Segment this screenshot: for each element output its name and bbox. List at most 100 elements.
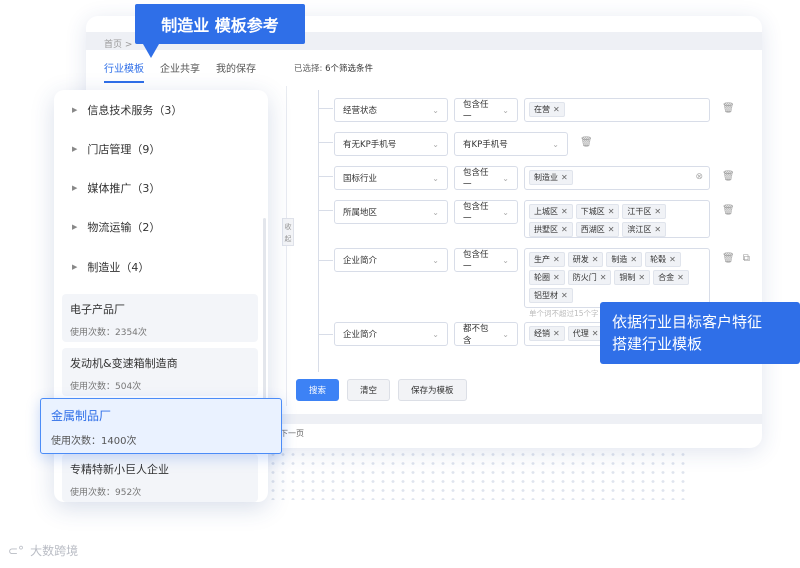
close-icon[interactable]: ✕ — [553, 329, 560, 338]
value-tag[interactable]: 江干区 ✕ — [622, 204, 667, 219]
value-tag[interactable]: 代理 ✕ — [567, 326, 604, 341]
tab-my-saved[interactable]: 我的保存 — [216, 60, 256, 83]
operator-select[interactable]: 包含任一 ⌄ — [454, 98, 518, 122]
field-select[interactable]: 所属地区 ⌄ — [334, 200, 448, 224]
template-name: 发动机&变速箱制造商 — [70, 357, 178, 370]
chevron-down-icon: ⌄ — [502, 255, 509, 265]
trash-icon[interactable]: 🗑 — [722, 103, 735, 114]
value-tag[interactable]: 下城区 ✕ — [575, 204, 620, 219]
filter-row: 国标行业 ⌄ 包含任一 ⌄ 制造业 ✕ ⊗ 🗑 — [334, 166, 735, 190]
close-icon[interactable]: ✕ — [561, 173, 568, 182]
category-item[interactable]: ▶ 门店管理（9） — [72, 141, 160, 157]
close-icon[interactable]: ✕ — [553, 105, 560, 114]
operator-select[interactable]: 包含任一 ⌄ — [454, 166, 518, 190]
close-icon[interactable]: ✕ — [669, 255, 676, 264]
close-icon[interactable]: ✕ — [654, 225, 661, 234]
operator-select[interactable]: 包含任一 ⌄ — [454, 200, 518, 224]
value-tag[interactable]: 滨江区 ✕ — [622, 222, 667, 237]
field-select[interactable]: 有无KP手机号 ⌄ — [334, 132, 448, 156]
close-icon[interactable]: ✕ — [553, 273, 560, 282]
close-icon[interactable]: ✕ — [561, 291, 568, 300]
chevron-down-icon: ⌄ — [432, 173, 439, 183]
value-tag[interactable]: 铜制 ✕ — [614, 270, 651, 285]
template-usage: 使用次数：2354次 — [70, 328, 147, 338]
callout-line-1: 依据行业目标客户特征 — [612, 313, 763, 331]
value-tag[interactable]: 轮圈 ✕ — [529, 270, 565, 285]
filter-row: 经营状态 ⌄ 包含任一 ⌄ 在营 ✕ 🗑 — [334, 98, 735, 122]
value-tags[interactable]: 在营 ✕ — [524, 98, 710, 122]
close-icon[interactable]: ✕ — [561, 207, 568, 216]
operator-select[interactable]: 有KP手机号 ⌄ — [454, 132, 568, 156]
category-item[interactable]: ▶ 物流运输（2） — [72, 219, 160, 235]
template-usage: 使用次数：952次 — [70, 488, 142, 498]
field-select[interactable]: 企业简介 ⌄ — [334, 248, 448, 272]
copy-icon[interactable]: ⧉ — [743, 253, 750, 264]
value-tags[interactable]: 生产 ✕ 研发 ✕ 制造 ✕ 轮毂 ✕ 轮圈 ✕ 防火门 ✕ 铜制 ✕ 合金 ✕ 铝型材 ✕ 单个… — [524, 248, 710, 318]
divider — [286, 86, 287, 406]
close-icon[interactable]: ✕ — [592, 329, 599, 338]
close-icon[interactable]: ✕ — [608, 207, 615, 216]
selected-count: 6个筛选条件 — [325, 64, 373, 74]
save-template-button[interactable]: 保存为模板 — [398, 379, 467, 401]
decorative-dot-grid — [268, 450, 688, 500]
value-tag[interactable]: 防火门 ✕ — [567, 270, 612, 285]
value-tags[interactable]: 上城区 ✕ 下城区 ✕ 江干区 ✕ 拱墅区 ✕ 西湖区 ✕ 滨江区 ✕ — [524, 200, 710, 238]
value-tag[interactable]: 西湖区 ✕ — [575, 222, 620, 237]
value-tag[interactable]: 拱墅区 ✕ — [529, 222, 573, 237]
clear-button[interactable]: 清空 — [347, 379, 391, 401]
trash-icon[interactable]: 🗑 — [722, 205, 735, 216]
scrollbar[interactable] — [263, 218, 266, 418]
template-card[interactable]: 专精特新小巨人企业 使用次数：952次 — [62, 454, 258, 502]
close-icon[interactable]: ✕ — [630, 255, 637, 264]
value-tag[interactable]: 制造 ✕ — [606, 252, 643, 267]
trash-icon[interactable]: 🗑 — [722, 253, 735, 264]
template-card[interactable]: 发动机&变速箱制造商 使用次数：504次 — [62, 348, 258, 396]
close-icon[interactable]: ✕ — [561, 225, 568, 234]
value-tag[interactable]: 生产 ✕ — [529, 252, 565, 267]
next-page-link[interactable]: 下一页 — [280, 428, 304, 439]
close-icon[interactable]: ✕ — [592, 255, 599, 264]
filter-row: 有无KP手机号 ⌄ 有KP手机号 ⌄ 🗑 — [334, 132, 593, 156]
chevron-down-icon: ⌄ — [502, 207, 509, 217]
close-icon[interactable]: ✕ — [677, 273, 684, 282]
trash-icon[interactable]: 🗑 — [580, 137, 593, 148]
close-icon[interactable]: ✕ — [654, 207, 661, 216]
operator-select[interactable]: 都不包含 ⌄ — [454, 322, 518, 346]
close-icon[interactable]: ✕ — [600, 273, 607, 282]
tab-company-shared[interactable]: 企业共享 — [160, 60, 200, 83]
value-tag[interactable]: 在营 ✕ — [529, 102, 565, 117]
value-tag[interactable]: 合金 ✕ — [653, 270, 689, 285]
callout-description: 依据行业目标客户特征 搭建行业模板 — [600, 302, 800, 364]
filter-row: 企业简介 ⌄ 包含任一 ⌄ 生产 ✕ 研发 ✕ 制造 ✕ 轮毂 ✕ 轮圈 ✕ 防火门 ✕ 铜制 ✕… — [334, 248, 750, 318]
template-usage: 使用次数：1400次 — [51, 436, 137, 447]
category-item[interactable]: ▶ 媒体推广（3） — [72, 180, 160, 196]
caret-right-icon: ▶ — [72, 263, 78, 271]
close-icon[interactable]: ✕ — [638, 273, 645, 282]
brand-logo: ⊂° 大数跨境 — [8, 542, 78, 559]
close-icon[interactable]: ✕ — [553, 255, 560, 264]
close-icon[interactable]: ✕ — [608, 225, 615, 234]
value-tag[interactable]: 经销 ✕ — [529, 326, 565, 341]
value-tag[interactable]: 上城区 ✕ — [529, 204, 573, 219]
clear-icon[interactable]: ⊗ — [695, 172, 703, 182]
category-item[interactable]: ▶ 信息技术服务（3） — [72, 102, 182, 118]
value-tag[interactable]: 研发 ✕ — [567, 252, 604, 267]
trash-icon[interactable]: 🗑 — [722, 171, 735, 182]
value-tags[interactable]: 制造业 ✕ ⊗ — [524, 166, 710, 190]
value-tag[interactable]: 制造业 ✕ — [529, 170, 573, 185]
search-button[interactable]: 搜索 — [296, 379, 340, 401]
template-tabs: 行业模板 企业共享 我的保存 — [104, 60, 256, 83]
field-select[interactable]: 企业简介 ⌄ — [334, 322, 448, 346]
collapse-button[interactable]: 收起 — [282, 218, 294, 246]
template-card[interactable]: 电子产品厂 使用次数：2354次 — [62, 294, 258, 342]
tab-industry-template[interactable]: 行业模板 — [104, 60, 144, 83]
template-card-selected[interactable]: 金属制品厂 使用次数：1400次 — [40, 398, 282, 454]
category-item[interactable]: ▶ 制造业（4） — [72, 259, 149, 275]
caret-right-icon: ▶ — [72, 223, 78, 231]
value-tag[interactable]: 铝型材 ✕ — [529, 288, 573, 303]
callout-line-2: 搭建行业模板 — [612, 335, 703, 353]
value-tag[interactable]: 轮毂 ✕ — [645, 252, 681, 267]
field-select[interactable]: 经营状态 ⌄ — [334, 98, 448, 122]
field-select[interactable]: 国标行业 ⌄ — [334, 166, 448, 190]
operator-select[interactable]: 包含任一 ⌄ — [454, 248, 518, 272]
